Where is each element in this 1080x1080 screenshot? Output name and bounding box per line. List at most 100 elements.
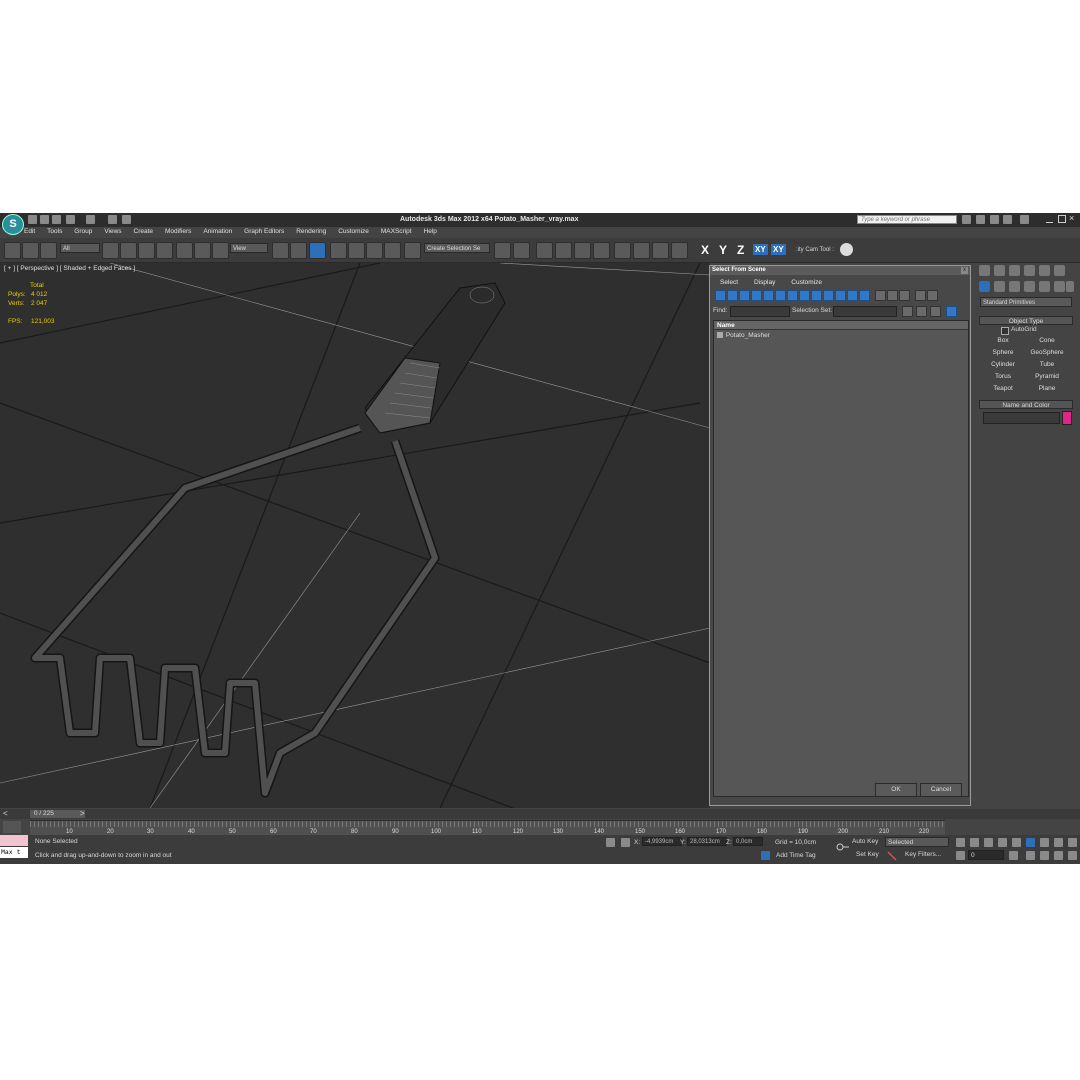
bind-space-warp-icon[interactable] xyxy=(40,242,57,259)
maximize-icon[interactable] xyxy=(1058,215,1066,223)
tube-button[interactable]: Tube xyxy=(1027,360,1067,370)
display-groups-icon[interactable] xyxy=(787,290,798,301)
menu-customize[interactable]: Customize xyxy=(338,227,369,237)
menu-animation[interactable]: Animation xyxy=(203,227,232,237)
communication-icon[interactable] xyxy=(990,215,999,224)
filter-settings-icon[interactable] xyxy=(927,290,938,301)
column-header-name[interactable]: Name xyxy=(714,321,968,330)
track-bar-toggle-icon[interactable] xyxy=(3,821,21,833)
percent-snap-icon[interactable] xyxy=(366,242,383,259)
display-all-icon[interactable] xyxy=(859,290,870,301)
previous-frame-icon[interactable] xyxy=(970,838,979,847)
display-geometry-icon[interactable] xyxy=(715,290,726,301)
rendered-frame-window-icon[interactable] xyxy=(652,242,669,259)
window-crossing-icon[interactable] xyxy=(156,242,173,259)
display-spacewarps-icon[interactable] xyxy=(775,290,786,301)
menu-views[interactable]: Views xyxy=(104,227,121,237)
menu-edit[interactable]: Edit xyxy=(24,227,35,237)
render-production-icon[interactable] xyxy=(671,242,688,259)
named-selection-dropdown[interactable]: Create Selection Se xyxy=(424,243,490,253)
tab-display-icon[interactable] xyxy=(1039,265,1050,276)
helpers-category-icon[interactable] xyxy=(1039,281,1050,292)
menu-group[interactable]: Group xyxy=(74,227,92,237)
axis-z-button[interactable]: Z xyxy=(737,243,744,257)
maximize-viewport-icon[interactable] xyxy=(1068,851,1077,860)
dialog-close-button[interactable]: x xyxy=(961,267,968,274)
layer-icon[interactable] xyxy=(122,215,131,224)
zoom-all-icon[interactable] xyxy=(1040,838,1049,847)
minimize-icon[interactable] xyxy=(1046,215,1053,223)
axis-xy-button[interactable]: XY xyxy=(753,244,768,255)
render-setup-icon[interactable] xyxy=(633,242,650,259)
shapes-category-icon[interactable] xyxy=(994,281,1005,292)
help-icon[interactable] xyxy=(1020,215,1029,224)
ok-button[interactable]: OK xyxy=(875,783,917,797)
primitive-category-dropdown[interactable]: Standard Primitives xyxy=(980,297,1072,307)
add-time-tag-button[interactable]: Add Time Tag xyxy=(776,852,816,859)
save-file-icon[interactable] xyxy=(52,215,61,224)
zoom-extents-all-icon[interactable] xyxy=(1068,838,1077,847)
zoom-extents-icon[interactable] xyxy=(1054,838,1063,847)
display-cameras-icon[interactable] xyxy=(751,290,762,301)
box-button[interactable]: Box xyxy=(983,336,1023,346)
list-item[interactable]: Potato_Masher xyxy=(717,332,770,339)
graphite-ribbon-icon[interactable] xyxy=(555,242,572,259)
axis-xy-cycle-button[interactable]: XY xyxy=(771,244,786,255)
app-logo[interactable]: S xyxy=(2,214,24,235)
search-icon[interactable] xyxy=(962,215,971,224)
menu-rendering[interactable]: Rendering xyxy=(296,227,326,237)
redo-icon[interactable] xyxy=(86,215,95,224)
geometry-category-icon[interactable] xyxy=(979,281,990,292)
key-mode-toggle-icon[interactable] xyxy=(956,851,965,860)
menu-create[interactable]: Create xyxy=(134,227,154,237)
align-icon[interactable] xyxy=(513,242,530,259)
tab-hierarchy-icon[interactable] xyxy=(1009,265,1020,276)
render-teapot-icon[interactable] xyxy=(840,243,853,256)
move-icon[interactable] xyxy=(176,242,193,259)
search-input[interactable]: Type a keyword or phrase xyxy=(857,215,957,224)
pan-view-icon[interactable] xyxy=(1040,851,1049,860)
material-editor-icon[interactable] xyxy=(614,242,631,259)
select-none-icon[interactable] xyxy=(887,290,898,301)
play-icon[interactable] xyxy=(984,838,993,847)
autogrid-checkbox[interactable] xyxy=(1001,327,1009,335)
cone-button[interactable]: Cone xyxy=(1027,336,1067,346)
selection-set-dropdown[interactable] xyxy=(833,306,897,317)
menu-maxscript[interactable]: MAXScript xyxy=(381,227,412,237)
maxscript-listener-input[interactable]: Max t xyxy=(0,847,28,858)
keyboard-shortcut-override-icon[interactable] xyxy=(309,242,326,259)
tab-create-icon[interactable] xyxy=(979,265,990,276)
key-selection-dropdown[interactable]: Selected xyxy=(885,837,949,847)
display-shapes-icon[interactable] xyxy=(727,290,738,301)
go-to-end-icon[interactable] xyxy=(1012,838,1021,847)
select-manipulate-icon[interactable] xyxy=(290,242,307,259)
display-helpers-icon[interactable] xyxy=(763,290,774,301)
close-window-icon[interactable]: × xyxy=(1069,213,1074,223)
angle-snap-icon[interactable] xyxy=(348,242,365,259)
subscription-icon[interactable] xyxy=(976,215,985,224)
set-key-button[interactable]: Set Key xyxy=(856,851,879,858)
time-slider[interactable]: < 0 / 225 > xyxy=(0,809,1080,819)
new-file-icon[interactable] xyxy=(28,215,37,224)
favorites-icon[interactable] xyxy=(1003,215,1012,224)
dialog-menu-select[interactable]: Select xyxy=(720,279,738,286)
filter-icon[interactable] xyxy=(915,290,926,301)
display-bones-icon[interactable] xyxy=(811,290,822,301)
reference-coordinate-dropdown[interactable]: View xyxy=(230,243,268,253)
tab-utilities-icon[interactable] xyxy=(1054,265,1065,276)
select-invert-icon[interactable] xyxy=(899,290,910,301)
cameras-category-icon[interactable] xyxy=(1024,281,1035,292)
time-slider-next-icon[interactable]: > xyxy=(80,809,85,818)
perspective-viewport[interactable]: [ + ] [ Perspective ] [ Shaded + Edged F… xyxy=(0,263,710,808)
z-coordinate-input[interactable]: 0,0cm xyxy=(733,837,763,846)
plane-button[interactable]: Plane xyxy=(1027,384,1067,394)
edit-named-selection-icon[interactable] xyxy=(404,242,421,259)
find-input[interactable] xyxy=(730,306,790,317)
tab-motion-icon[interactable] xyxy=(1024,265,1035,276)
display-lights-icon[interactable] xyxy=(739,290,750,301)
scale-icon[interactable] xyxy=(212,242,229,259)
dialog-menu-customize[interactable]: Customize xyxy=(791,279,822,286)
display-xrefs-icon[interactable] xyxy=(799,290,810,301)
pyramid-button[interactable]: Pyramid xyxy=(1027,372,1067,382)
object-name-input[interactable] xyxy=(983,412,1060,424)
